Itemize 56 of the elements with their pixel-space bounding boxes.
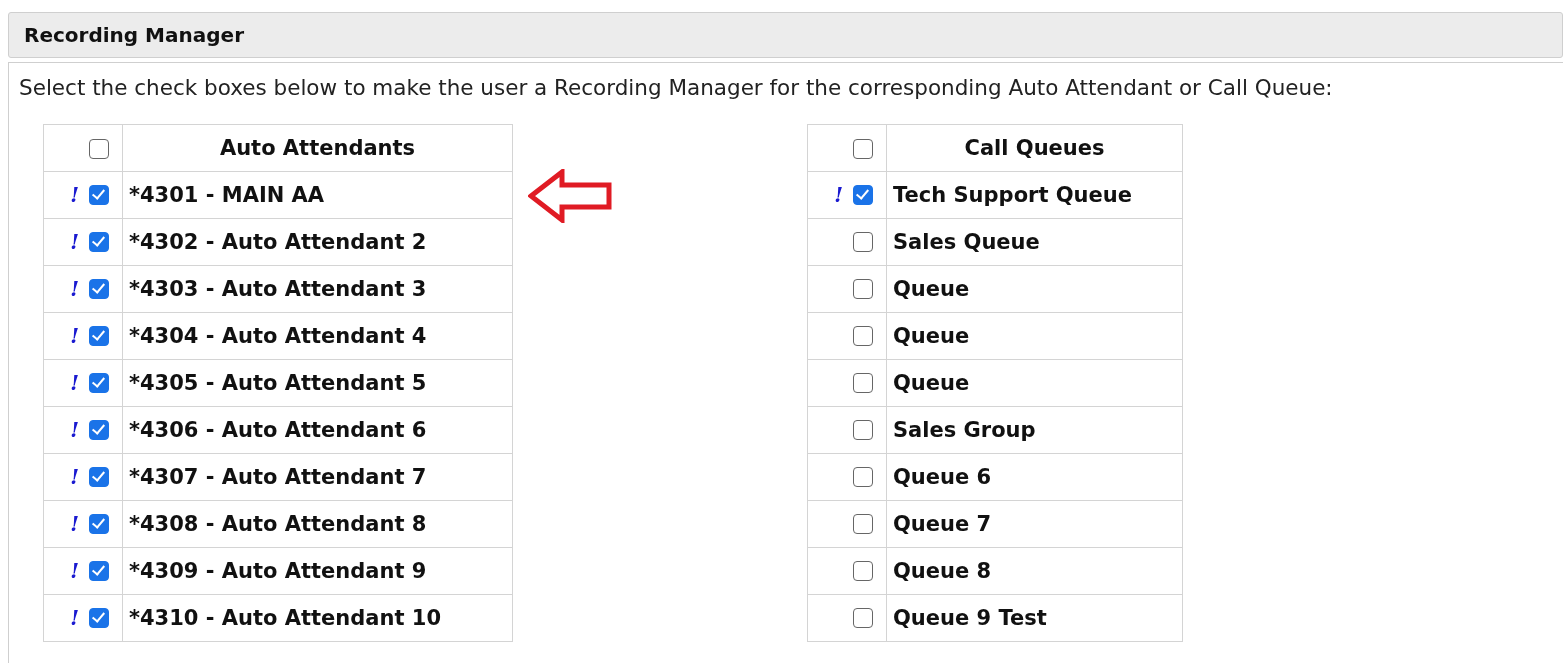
table-cell: *4304 - Auto Attendant 4 xyxy=(122,312,513,360)
checkbox[interactable] xyxy=(89,373,109,393)
table-cell: Queue 7 xyxy=(886,500,1183,548)
warning-mark: ! xyxy=(70,183,79,207)
table-cell: *4302 - Auto Attendant 2 xyxy=(122,218,513,266)
warning-mark: ! xyxy=(70,512,79,536)
checkbox[interactable] xyxy=(89,326,109,346)
checkbox[interactable] xyxy=(89,139,109,159)
checkbox[interactable] xyxy=(89,185,109,205)
table-cell: *4307 - Auto Attendant 7 xyxy=(122,453,513,501)
checkbox[interactable] xyxy=(89,279,109,299)
table-cell: *4310 - Auto Attendant 10 xyxy=(122,594,513,642)
table-cell: Queue xyxy=(886,265,1183,313)
description-text: Select the check boxes below to make the user a Recording Manager for the corresponding Auto Attendant or Call Queue: xyxy=(19,74,1334,102)
column-header: Auto Attendants xyxy=(122,124,513,172)
checkbox[interactable] xyxy=(853,514,873,534)
warning-mark: ! xyxy=(70,277,79,301)
table-cell: *4305 - Auto Attendant 5 xyxy=(122,359,513,407)
table-cell: Queue xyxy=(886,312,1183,360)
warning-mark: ! xyxy=(70,418,79,442)
checkbox[interactable] xyxy=(89,608,109,628)
checkbox[interactable] xyxy=(89,561,109,581)
warning-mark: ! xyxy=(834,183,843,207)
checkbox[interactable] xyxy=(853,373,873,393)
table-cell: *4309 - Auto Attendant 9 xyxy=(122,547,513,595)
table-cell: *4303 - Auto Attendant 3 xyxy=(122,265,513,313)
checkbox[interactable] xyxy=(853,561,873,581)
checkbox[interactable] xyxy=(853,232,873,252)
panel-title: Recording Manager xyxy=(24,23,244,47)
warning-mark: ! xyxy=(70,465,79,489)
table-cell: Tech Support Queue xyxy=(886,171,1183,219)
warning-mark: ! xyxy=(70,371,79,395)
checkbox[interactable] xyxy=(853,185,873,205)
checkbox[interactable] xyxy=(89,232,109,252)
warning-mark: ! xyxy=(70,606,79,630)
checkbox[interactable] xyxy=(853,608,873,628)
table-cell: *4308 - Auto Attendant 8 xyxy=(122,500,513,548)
table-cell: *4306 - Auto Attendant 6 xyxy=(122,406,513,454)
checkbox[interactable] xyxy=(853,420,873,440)
checkbox[interactable] xyxy=(89,514,109,534)
table-cell: Sales Queue xyxy=(886,218,1183,266)
checkbox[interactable] xyxy=(89,420,109,440)
checkbox[interactable] xyxy=(89,467,109,487)
column-header: Call Queues xyxy=(886,124,1183,172)
checkbox[interactable] xyxy=(853,467,873,487)
warning-mark: ! xyxy=(70,324,79,348)
checkbox[interactable] xyxy=(853,279,873,299)
checkbox[interactable] xyxy=(853,326,873,346)
warning-mark: ! xyxy=(70,559,79,583)
table-cell: Queue 6 xyxy=(886,453,1183,501)
table-cell: Queue 8 xyxy=(886,547,1183,595)
table-cell: Queue xyxy=(886,359,1183,407)
warning-mark: ! xyxy=(70,230,79,254)
table-cell: Sales Group xyxy=(886,406,1183,454)
checkbox[interactable] xyxy=(853,139,873,159)
table-cell: Queue 9 Test xyxy=(886,594,1183,642)
